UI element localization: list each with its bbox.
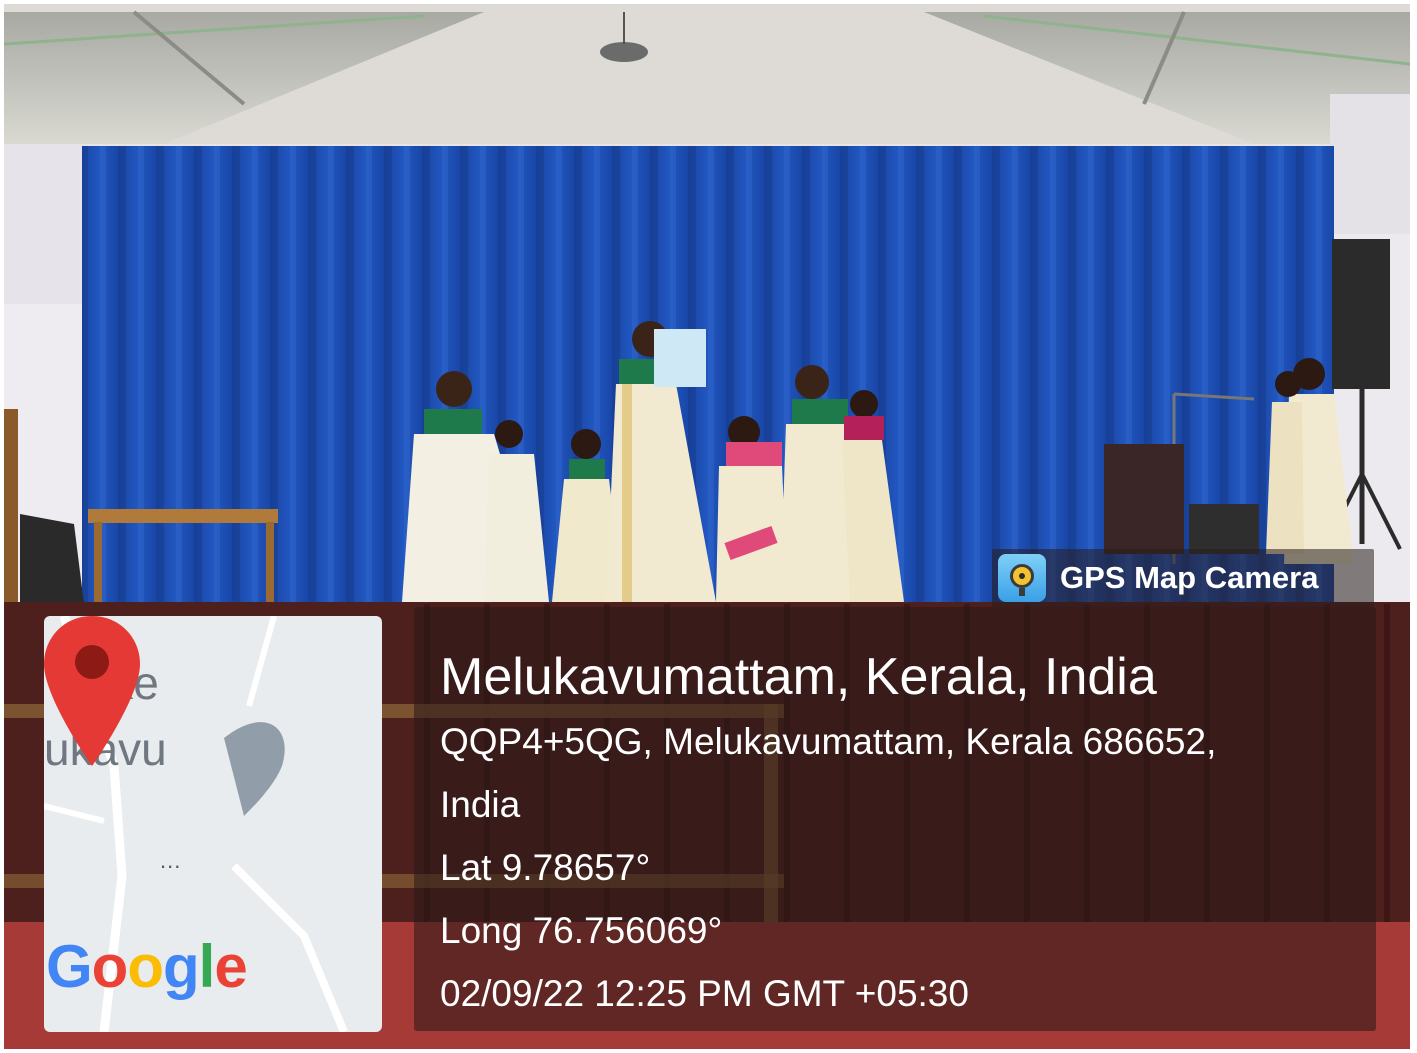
stage-photo: GPS Map Camera Bake ukavu ... Google Mel… (4, 4, 1410, 1049)
latitude-text: Lat 9.78657° (440, 847, 651, 888)
gps-map-camera-app-icon (998, 554, 1046, 602)
longitude-text: Long 76.756069° (440, 910, 723, 951)
location-info-panel: Melukavumattam, Kerala, India QQP4+5QG, … (414, 607, 1376, 1031)
address-line-1: QQP4+5QG, Melukavumattam, Kerala 686652, (440, 721, 1217, 762)
address-line-2: India (440, 784, 521, 825)
gps-map-camera-badge: GPS Map Camera (992, 549, 1374, 607)
timestamp-text: 02/09/22 12:25 PM GMT +05:30 (440, 973, 969, 1014)
location-title: Melukavumattam, Kerala, India (440, 648, 1157, 706)
google-logo: Google (46, 933, 248, 1000)
location-pin-icon (44, 616, 140, 766)
map-ellipsis: ... (160, 848, 182, 873)
map-thumbnail: Bake ukavu ... Google (44, 616, 382, 1032)
gps-badge-label: GPS Map Camera (1060, 560, 1319, 595)
